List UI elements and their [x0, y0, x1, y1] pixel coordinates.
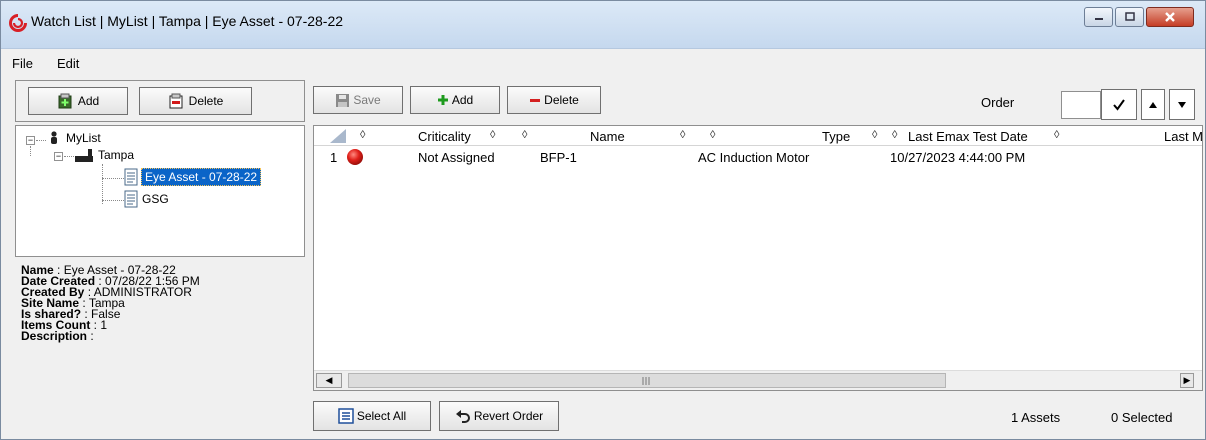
collapse-tampa-icon[interactable]: −	[54, 152, 63, 161]
horizontal-scrollbar[interactable]: ◀ ▶	[314, 370, 1202, 390]
delete-list-label: Delete	[188, 94, 224, 108]
status-dot-icon	[347, 149, 363, 165]
tree-node-gsg[interactable]: GSG	[124, 190, 169, 208]
move-up-button[interactable]	[1141, 89, 1165, 120]
menu-file[interactable]: File	[9, 56, 36, 71]
column-header-criticality[interactable]: Criticality	[418, 129, 471, 144]
order-input[interactable]	[1061, 91, 1101, 119]
apply-order-button[interactable]	[1101, 89, 1137, 120]
maximize-button[interactable]	[1115, 7, 1144, 27]
title-bar: Watch List | MyList | Tampa | Eye Asset …	[1, 1, 1205, 49]
tree-node-tampa[interactable]: Tampa	[74, 148, 134, 162]
list-details: Name : Eye Asset - 07-28-22 Date Created…	[21, 264, 200, 343]
scroll-thumb[interactable]	[348, 373, 946, 388]
minimize-icon	[1094, 18, 1103, 20]
cell-last-emax-test-date: 10/27/2023 4:44:00 PM	[890, 150, 1026, 165]
column-header-type[interactable]: Type	[822, 129, 850, 144]
add-list-icon	[58, 93, 72, 109]
cell-name: BFP-1	[540, 150, 577, 165]
table-row[interactable]: 1 Not Assigned BFP-1 AC Induction Motor …	[314, 148, 1202, 166]
column-header-last-m[interactable]: Last M	[1164, 129, 1202, 144]
arrow-down-icon	[1178, 101, 1186, 108]
row-number: 1	[330, 150, 338, 165]
left-toolbar: Add Delete	[15, 80, 305, 122]
tree-label-tampa: Tampa	[98, 148, 135, 162]
save-disk-icon	[336, 93, 350, 107]
undo-arrow-icon	[455, 410, 470, 423]
maximize-icon	[1124, 12, 1135, 21]
select-all-label: Select All	[356, 409, 407, 423]
column-header-last-emax-test-date[interactable]: Last Emax Test Date	[908, 129, 1028, 144]
cell-type: AC Induction Motor	[698, 150, 810, 165]
minimize-button[interactable]	[1084, 7, 1113, 27]
save-label: Save	[353, 93, 381, 107]
minus-icon	[530, 99, 541, 102]
add-asset-button[interactable]: Add	[410, 86, 500, 114]
sort-icon[interactable]: ◊	[892, 129, 897, 141]
sort-icon[interactable]: ◊	[360, 129, 365, 141]
sort-icon[interactable]: ◊	[1054, 129, 1059, 141]
arrow-up-icon	[1149, 101, 1157, 108]
bottom-bar: Select All Revert Order 1 Assets 0 Selec…	[309, 395, 1205, 437]
list-document-icon	[124, 190, 138, 208]
detail-description: Description :	[21, 329, 94, 343]
add-list-label: Add	[77, 94, 100, 108]
add-asset-label: Add	[451, 93, 474, 107]
delete-asset-label: Delete	[544, 93, 579, 107]
add-list-button[interactable]: Add	[28, 87, 128, 115]
move-down-button[interactable]	[1169, 89, 1195, 120]
selected-count: 0 Selected	[1111, 410, 1173, 425]
list-document-icon	[124, 168, 138, 186]
tree-label-eye-asset: Eye Asset - 07-28-22	[141, 168, 262, 186]
assets-grid[interactable]: ◊ Criticality ◊ ◊ Name ◊ ◊ Type ◊ ◊ Last…	[313, 125, 1203, 391]
menu-bar: File Edit	[1, 50, 1205, 76]
collapse-mylist-icon[interactable]: −	[26, 136, 35, 145]
save-button[interactable]: Save	[313, 86, 403, 114]
checkmark-icon	[1113, 98, 1125, 111]
tree-label-gsg: GSG	[142, 192, 169, 206]
app-logo-icon	[9, 14, 27, 32]
right-toolbar: Save Add Delete Order	[309, 80, 1205, 122]
select-all-corner-icon	[330, 129, 346, 143]
grid-header: ◊ Criticality ◊ ◊ Name ◊ ◊ Type ◊ ◊ Last…	[314, 126, 1202, 146]
scroll-left-button[interactable]: ◀	[316, 373, 342, 388]
close-button[interactable]	[1146, 7, 1194, 27]
tree-node-mylist[interactable]: MyList	[48, 131, 101, 145]
watch-list-tree[interactable]: − MyList − Tampa Eye Asset - 07-28-22 GS…	[15, 125, 305, 257]
delete-list-button[interactable]: Delete	[139, 87, 252, 115]
tree-node-eye-asset[interactable]: Eye Asset - 07-28-22	[124, 168, 262, 186]
sort-icon[interactable]: ◊	[872, 129, 877, 141]
cell-criticality: Not Assigned	[418, 150, 495, 165]
revert-order-label: Revert Order	[473, 409, 544, 423]
delete-list-icon	[169, 93, 183, 109]
menu-edit[interactable]: Edit	[54, 56, 82, 71]
sort-icon[interactable]: ◊	[490, 129, 495, 141]
sort-icon[interactable]: ◊	[710, 129, 715, 141]
assets-count: 1 Assets	[1011, 410, 1061, 425]
factory-icon	[75, 149, 93, 162]
watch-list-window: Watch List | MyList | Tampa | Eye Asset …	[0, 0, 1206, 440]
user-icon	[51, 131, 57, 144]
sort-icon[interactable]: ◊	[680, 129, 685, 141]
scroll-right-button[interactable]: ▶	[1180, 373, 1194, 388]
close-icon	[1165, 12, 1175, 22]
tree-label-mylist: MyList	[66, 131, 101, 145]
select-all-icon	[338, 408, 354, 424]
order-label: Order	[981, 95, 1015, 110]
plus-icon	[437, 95, 448, 105]
grip-icon	[642, 377, 650, 385]
revert-order-button[interactable]: Revert Order	[439, 401, 559, 431]
column-header-name[interactable]: Name	[590, 129, 625, 144]
delete-asset-button[interactable]: Delete	[507, 86, 601, 114]
window-title: Watch List | MyList | Tampa | Eye Asset …	[31, 13, 344, 29]
sort-icon[interactable]: ◊	[522, 129, 527, 141]
select-all-button[interactable]: Select All	[313, 401, 431, 431]
